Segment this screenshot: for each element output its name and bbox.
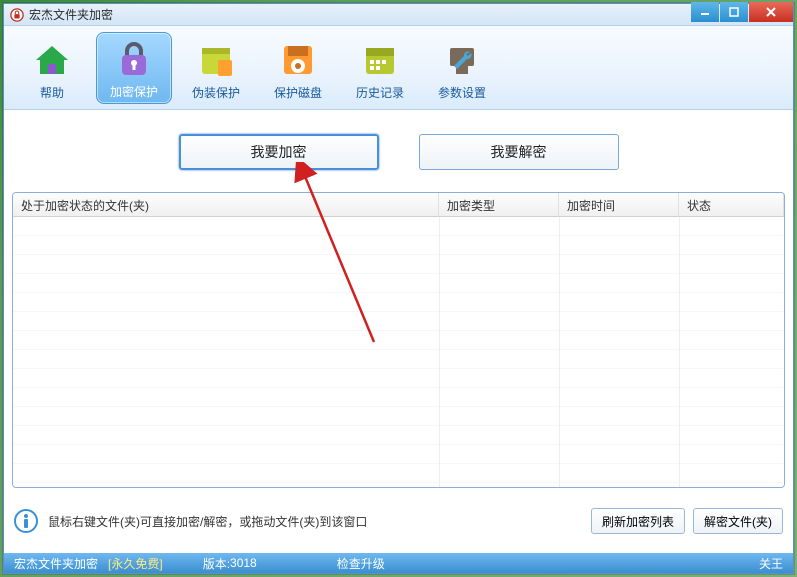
floppy-icon xyxy=(276,38,320,82)
table-header: 处于加密状态的文件(夹) 加密类型 加密时间 状态 xyxy=(13,193,784,217)
toolbar-settings-label: 参数设置 xyxy=(438,84,486,101)
toolbar-disk[interactable]: 保护磁盘 xyxy=(260,32,336,104)
app-icon xyxy=(10,8,24,22)
titlebar[interactable]: 宏杰文件夹加密 xyxy=(4,4,793,26)
decrypt-file-button[interactable]: 解密文件(夹) xyxy=(693,508,783,534)
col-status[interactable]: 状态 xyxy=(679,193,784,216)
col-time[interactable]: 加密时间 xyxy=(559,193,679,216)
attention-link[interactable]: 关王 xyxy=(759,555,783,572)
footer-bar: 鼠标右键文件(夹)可直接加密/解密，或拖动文件(夹)到该窗口 刷新加密列表 解密… xyxy=(4,501,793,541)
home-icon xyxy=(30,38,74,82)
toolbar-disguise-label: 伪装保护 xyxy=(192,84,240,101)
toolbar-history[interactable]: 历史记录 xyxy=(342,32,418,104)
check-update-link[interactable]: 检查升级 xyxy=(337,555,385,572)
toolbar-disk-label: 保护磁盘 xyxy=(274,84,322,101)
toolbar-disguise[interactable]: 伪装保护 xyxy=(178,32,254,104)
main-toolbar: 帮助 加密保护 伪装保护 保护磁盘 历史记录 参数设置 xyxy=(4,26,793,110)
toolbar-settings[interactable]: 参数设置 xyxy=(424,32,500,104)
toolbar-history-label: 历史记录 xyxy=(356,84,404,101)
content-area: 我要加密 我要解密 处于加密状态的文件(夹) 加密类型 加密时间 状态 xyxy=(12,112,785,551)
wrench-icon xyxy=(440,38,484,82)
col-type[interactable]: 加密类型 xyxy=(439,193,559,216)
app-window: 宏杰文件夹加密 帮助 加密保护 伪装保护 保护磁盘 历史记录 xyxy=(3,3,794,574)
toolbar-encrypt-label: 加密保护 xyxy=(110,83,158,100)
folder-icon xyxy=(194,38,238,82)
toolbar-help[interactable]: 帮助 xyxy=(14,32,90,104)
encrypt-button[interactable]: 我要加密 xyxy=(179,134,379,170)
calendar-icon xyxy=(358,38,402,82)
footer-hint: 鼠标右键文件(夹)可直接加密/解密，或拖动文件(夹)到该窗口 xyxy=(48,513,583,530)
decrypt-button[interactable]: 我要解密 xyxy=(419,134,619,170)
status-free: [永久免费] xyxy=(108,555,163,572)
col-file[interactable]: 处于加密状态的文件(夹) xyxy=(13,193,439,216)
window-title: 宏杰文件夹加密 xyxy=(29,6,113,23)
status-bar: 宏杰文件夹加密 [永久免费] 版本:3018 检查升级 关王 xyxy=(4,553,793,573)
close-button[interactable] xyxy=(749,2,793,22)
minimize-button[interactable] xyxy=(691,2,719,22)
toolbar-encrypt[interactable]: 加密保护 xyxy=(96,32,172,104)
status-version: 3018 xyxy=(230,556,257,570)
toolbar-help-label: 帮助 xyxy=(40,84,64,101)
encrypted-files-table[interactable]: 处于加密状态的文件(夹) 加密类型 加密时间 状态 xyxy=(12,192,785,488)
refresh-list-button[interactable]: 刷新加密列表 xyxy=(591,508,685,534)
table-body[interactable] xyxy=(13,217,784,487)
lock-icon xyxy=(112,37,156,81)
info-icon xyxy=(14,509,38,533)
status-version-label: 版本: xyxy=(203,555,230,572)
maximize-button[interactable] xyxy=(720,2,748,22)
status-product: 宏杰文件夹加密 xyxy=(14,555,98,572)
